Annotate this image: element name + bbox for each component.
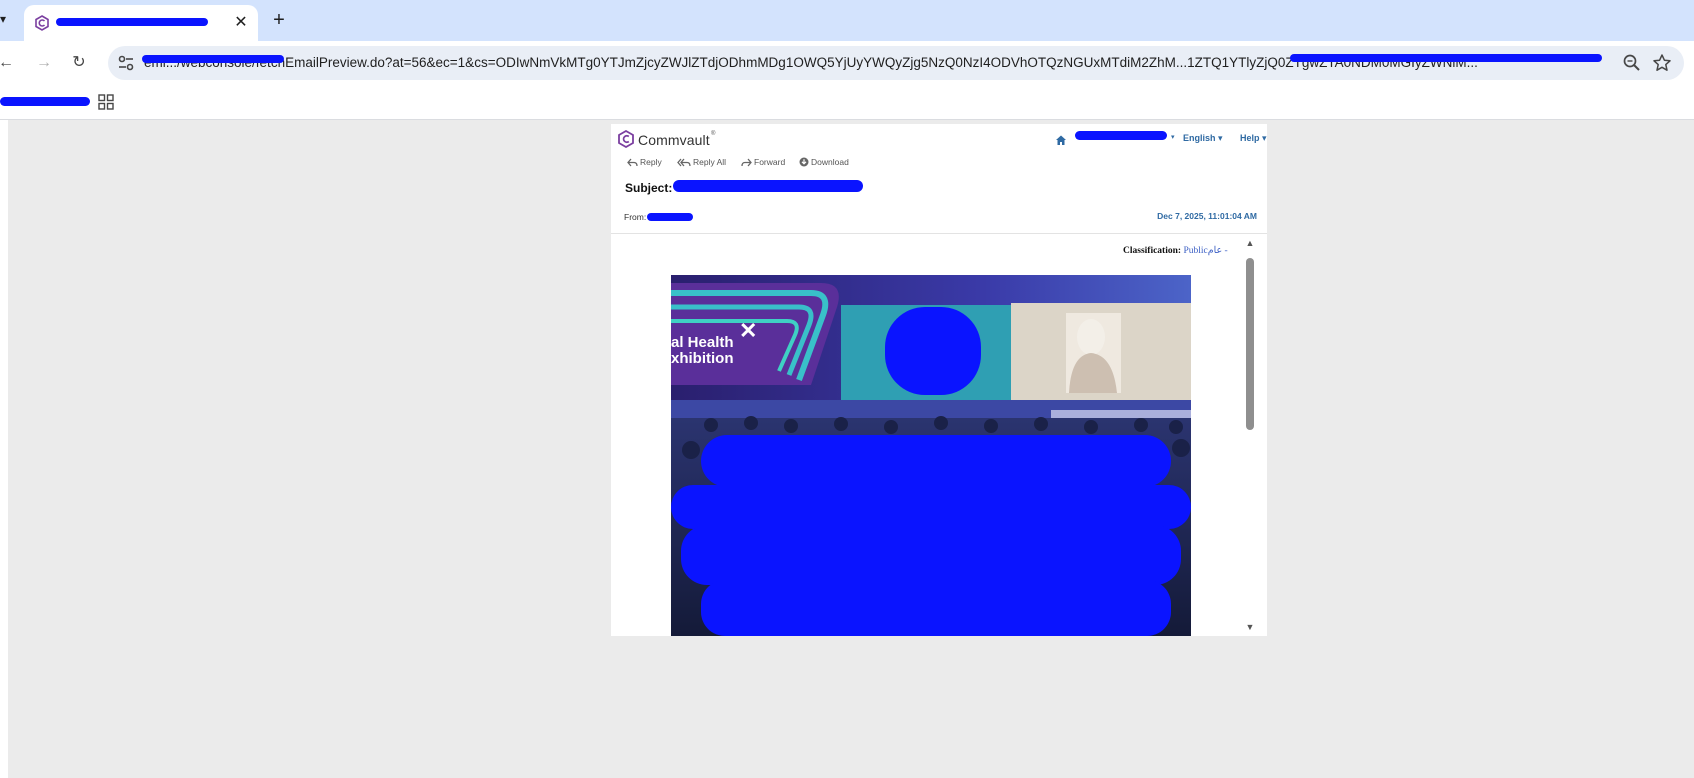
download-button[interactable]: Download xyxy=(799,157,849,167)
star-icon[interactable] xyxy=(1652,53,1672,73)
scroll-down-arrow-icon[interactable]: ▼ xyxy=(1245,622,1255,632)
apps-grid-icon[interactable] xyxy=(98,94,114,110)
scroll-thumb[interactable] xyxy=(1246,258,1254,430)
scroll-up-arrow-icon[interactable]: ▲ xyxy=(1245,238,1255,248)
classification-banner: Classification: Publicعام - xyxy=(1123,245,1228,256)
subject-label: Subject: xyxy=(625,181,673,195)
browser-toolbar: ← → ↻ emi.../webconsole/fetchEmailPrevie… xyxy=(0,41,1694,85)
classification-arabic: عام xyxy=(1207,246,1223,256)
new-tab-button[interactable]: + xyxy=(266,7,292,33)
email-subject: Subject: xyxy=(625,181,672,195)
redaction-mark xyxy=(1075,131,1167,140)
download-icon xyxy=(799,157,809,167)
stage-text-2: xhibition xyxy=(671,350,734,367)
redaction-mark xyxy=(673,180,863,192)
email-action-bar: Reply Reply All Forward Download xyxy=(611,152,1267,174)
reply-icon xyxy=(627,158,638,167)
email-scrollbar[interactable]: ▲ ▼ xyxy=(1243,238,1257,636)
language-menu[interactable]: English ▾ xyxy=(1183,133,1223,144)
email-body[interactable]: Classification: Publicعام - ✕ al Health … xyxy=(611,234,1267,636)
download-label: Download xyxy=(811,157,849,167)
redaction-mark xyxy=(56,18,208,26)
classification-separator: - xyxy=(1224,246,1228,256)
forward-label: Forward xyxy=(754,157,786,167)
email-date: Dec 7, 2025, 11:01:04 AM xyxy=(1157,211,1257,221)
redaction-mark xyxy=(885,307,981,395)
email-preview-panel: Commvault ® ▾ English ▾ Help ▾ Reply Rep… xyxy=(611,124,1267,636)
email-embedded-image: ✕ al Health xhibition xyxy=(671,275,1191,636)
redaction-mark xyxy=(681,525,1181,585)
commvault-favicon-icon xyxy=(35,15,49,31)
email-from: From: xyxy=(624,212,646,222)
redaction-mark xyxy=(701,580,1171,636)
stage-text-1: al Health xyxy=(671,334,734,351)
reply-all-icon xyxy=(677,158,691,167)
reply-label: Reply xyxy=(640,157,662,167)
redaction-mark xyxy=(671,485,1191,529)
search-zoom-icon[interactable] xyxy=(1622,53,1642,73)
tab-strip: ▾ ✕ + xyxy=(0,0,1694,41)
forward-icon xyxy=(741,158,752,167)
bookmarks-bar xyxy=(0,85,1694,120)
redaction-mark xyxy=(0,97,90,106)
brand-name: Commvault xyxy=(638,132,710,148)
page-left-edge xyxy=(0,120,8,778)
forward-button[interactable]: → xyxy=(30,49,58,77)
address-bar[interactable]: emi.../webconsole/fetchEmailPreview.do?a… xyxy=(108,46,1684,80)
help-menu[interactable]: Help ▾ xyxy=(1240,133,1267,144)
redaction-mark xyxy=(1290,54,1602,62)
reload-button[interactable]: ↻ xyxy=(65,49,93,77)
brand-trademark: ® xyxy=(711,131,716,137)
commvault-logo-icon xyxy=(618,130,634,148)
redaction-mark xyxy=(701,435,1171,487)
classification-label: Classification: xyxy=(1123,246,1182,256)
reply-all-button[interactable]: Reply All xyxy=(677,157,726,167)
back-button[interactable]: ← xyxy=(0,49,20,77)
redaction-mark xyxy=(647,213,693,221)
active-tab[interactable]: ✕ xyxy=(24,5,258,41)
redaction-mark xyxy=(142,55,284,63)
reply-all-label: Reply All xyxy=(693,157,727,167)
classification-value: Public xyxy=(1183,246,1208,256)
forward-button[interactable]: Forward xyxy=(741,157,785,167)
tab-search-caret[interactable]: ▾ xyxy=(0,12,14,30)
from-label: From: xyxy=(624,212,647,222)
svg-text:✕: ✕ xyxy=(739,318,757,343)
reply-button[interactable]: Reply xyxy=(627,157,662,167)
close-tab-icon[interactable]: ✕ xyxy=(230,12,252,34)
site-info-icon[interactable] xyxy=(116,53,136,73)
user-menu-caret[interactable]: ▾ xyxy=(1171,133,1175,141)
home-icon[interactable] xyxy=(1055,134,1067,146)
